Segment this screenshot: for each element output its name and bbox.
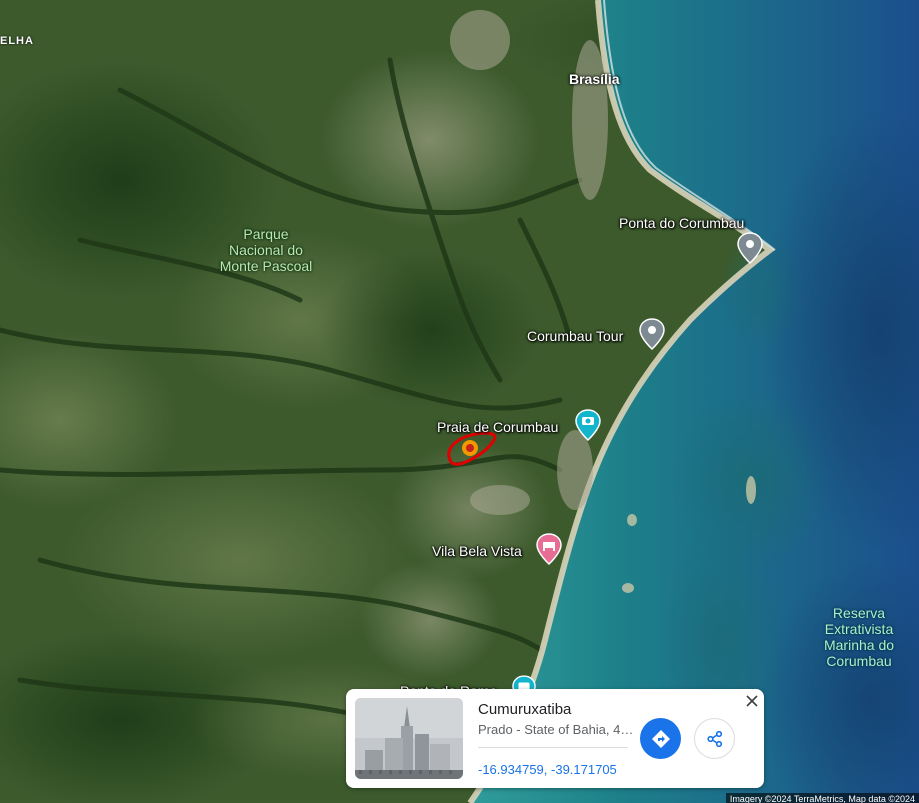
map-label-park[interactable]: Parque Nacional do Monte Pascoal	[206, 226, 326, 274]
hotel-pin-icon[interactable]	[536, 533, 562, 565]
map-label-reserva[interactable]: Reserva Extrativista Marinha do Corumbau	[812, 605, 906, 669]
close-icon	[746, 695, 758, 707]
place-thumbnail[interactable]	[355, 698, 463, 779]
place-coordinates[interactable]: -16.934759, -39.171705	[478, 762, 617, 777]
close-button[interactable]	[744, 693, 760, 709]
map-label-vila-bela-vista[interactable]: Vila Bela Vista	[432, 543, 522, 559]
place-photo	[355, 698, 463, 779]
satellite-map[interactable]	[0, 0, 919, 803]
place-title: Cumuruxatiba	[478, 701, 572, 718]
place-info-card[interactable]: Cumuruxatiba Prado - State of Bahia, 459…	[346, 689, 764, 788]
card-divider	[478, 747, 628, 748]
map-label-brasilia[interactable]: Brasília	[569, 71, 620, 87]
directions-button[interactable]	[640, 718, 681, 759]
directions-icon	[651, 729, 670, 748]
map-label-edge: ELHA	[0, 35, 34, 47]
share-icon	[706, 730, 722, 747]
map-attribution[interactable]: Imagery ©2024 TerraMetrics, Map data ©20…	[725, 793, 919, 803]
place-pin-icon[interactable]	[737, 232, 763, 264]
map-label-ponta-corumbau[interactable]: Ponta do Corumbau	[619, 215, 744, 231]
map-label-praia-corumbau[interactable]: Praia de Corumbau	[437, 419, 558, 435]
camera-pin-icon[interactable]	[575, 409, 601, 441]
place-address: Prado - State of Bahia, 45990-000	[478, 722, 634, 737]
selected-marker-icon[interactable]	[462, 440, 478, 456]
share-button[interactable]	[694, 718, 735, 759]
place-pin-icon[interactable]	[639, 318, 665, 350]
map-label-corumbau-tour[interactable]: Corumbau Tour	[527, 328, 623, 344]
